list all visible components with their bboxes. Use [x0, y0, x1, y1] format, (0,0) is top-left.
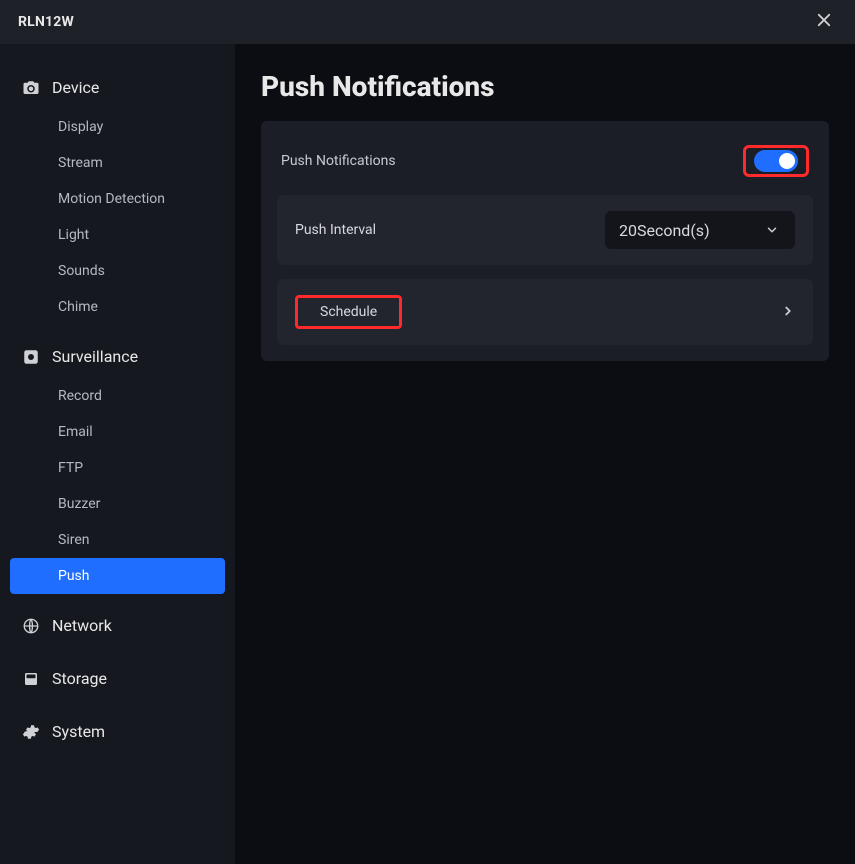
sidebar-header-label: Network: [52, 616, 112, 635]
sidebar-item-light[interactable]: Light: [10, 217, 225, 253]
schedule-row[interactable]: Schedule: [277, 279, 813, 345]
sidebar-item-buzzer[interactable]: Buzzer: [10, 486, 225, 522]
sidebar-header-device[interactable]: Device: [0, 66, 235, 109]
push-interval-row: Push Interval 20Second(s): [277, 195, 813, 265]
schedule-highlight: Schedule: [295, 295, 402, 329]
sidebar: Device DisplayStreamMotion DetectionLight…: [0, 44, 235, 864]
sidebar-group-network: Network: [0, 604, 235, 647]
settings-body: Device DisplayStreamMotion DetectionLight…: [0, 44, 855, 864]
sidebar-item-stream[interactable]: Stream: [10, 145, 225, 181]
sidebar-items-device: DisplayStreamMotion DetectionLightSounds…: [0, 109, 235, 325]
titlebar: RLN12W: [0, 0, 855, 44]
page-title: Push Notifications: [261, 70, 829, 103]
toggle-knob: [779, 153, 795, 169]
chevron-right-icon: [781, 303, 795, 322]
sidebar-header-label: Storage: [52, 669, 107, 688]
sidebar-item-email[interactable]: Email: [10, 414, 225, 450]
sidebar-item-motion[interactable]: Motion Detection: [10, 181, 225, 217]
close-button[interactable]: [815, 11, 837, 33]
sidebar-item-chime[interactable]: Chime: [10, 289, 225, 325]
sidebar-header-label: Device: [52, 78, 99, 97]
chevron-down-icon: [763, 221, 781, 239]
sidebar-item-sounds[interactable]: Sounds: [10, 253, 225, 289]
push-toggle-highlight: [743, 145, 809, 177]
sidebar-header-system[interactable]: System: [0, 710, 235, 753]
settings-window: RLN12W Device DisplayStreamMotion Detecti…: [0, 0, 855, 864]
sidebar-header-storage[interactable]: Storage: [0, 657, 235, 700]
sidebar-header-network[interactable]: Network: [0, 604, 235, 647]
device-title: RLN12W: [18, 14, 74, 30]
sidebar-item-push[interactable]: Push: [10, 558, 225, 594]
camera-icon: [22, 79, 40, 97]
globe-icon: [22, 617, 40, 635]
push-card: Push Notifications Push Interval 20Secon…: [261, 121, 829, 361]
sidebar-header-label: System: [52, 722, 105, 741]
main-content: Push Notifications Push Notifications Pu…: [235, 44, 855, 864]
sidebar-item-record[interactable]: Record: [10, 378, 225, 414]
sidebar-item-siren[interactable]: Siren: [10, 522, 225, 558]
push-interval-value: 20Second(s): [619, 221, 710, 240]
push-toggle-label: Push Notifications: [281, 153, 396, 169]
schedule-label: Schedule: [320, 304, 377, 320]
disk-icon: [22, 670, 40, 688]
push-toggle-row: Push Notifications: [277, 137, 813, 185]
sidebar-header-label: Surveillance: [52, 347, 138, 366]
sidebar-item-display[interactable]: Display: [10, 109, 225, 145]
push-interval-label: Push Interval: [295, 222, 376, 238]
record-icon: [22, 348, 40, 366]
sidebar-group-system: System: [0, 710, 235, 753]
close-icon: [815, 11, 833, 29]
gear-icon: [22, 723, 40, 741]
sidebar-group-device: Device DisplayStreamMotion DetectionLight…: [0, 66, 235, 325]
sidebar-group-storage: Storage: [0, 657, 235, 700]
sidebar-items-surveillance: RecordEmailFTPBuzzerSirenPush: [0, 378, 235, 594]
sidebar-item-ftp[interactable]: FTP: [10, 450, 225, 486]
sidebar-header-surveillance[interactable]: Surveillance: [0, 335, 235, 378]
push-toggle[interactable]: [754, 150, 798, 172]
push-interval-select[interactable]: 20Second(s): [605, 211, 795, 249]
sidebar-group-surveillance: Surveillance RecordEmailFTPBuzzerSirenPus…: [0, 335, 235, 594]
